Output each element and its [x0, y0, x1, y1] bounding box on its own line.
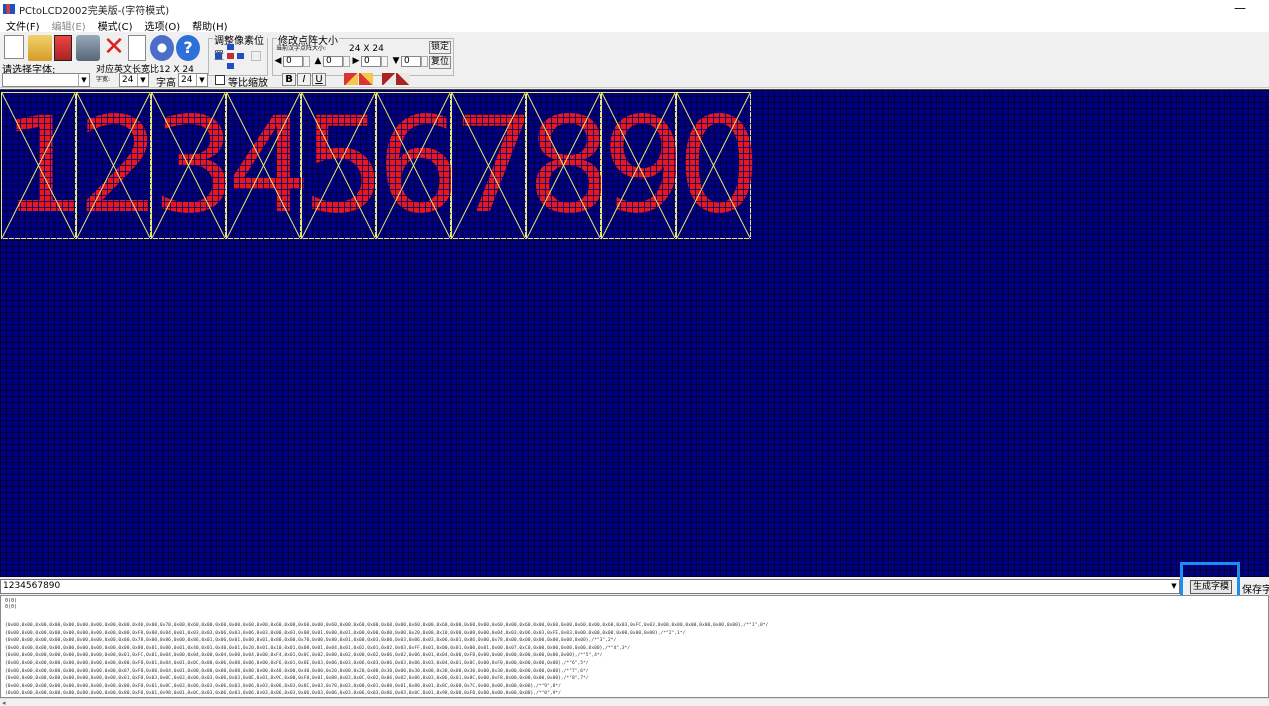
char-cell: 9 — [601, 92, 686, 240]
char-cell: 3 — [151, 92, 236, 240]
scroll-left-icon[interactable]: ◂ — [2, 699, 6, 706]
underline-button[interactable]: U — [312, 73, 326, 86]
output-code-line: {0x00,0x00,0x00,0x00,0x00,0x00,0x00,0x00… — [5, 645, 631, 651]
output-code-line: {0x00,0x00,0x00,0x00,0x00,0x00,0x00,0x00… — [5, 630, 686, 636]
toolbar: ✕ ? 调整像素位置 修改点阵大小 当前汉字点阵大小: 24 X 24 ◀ 0 … — [0, 32, 1269, 89]
cell-diagonals — [527, 93, 600, 238]
cell-diagonals — [302, 93, 375, 238]
current-size-label: 当前汉字点阵大小: — [276, 45, 327, 52]
rotate-left-icon[interactable] — [382, 73, 396, 85]
menu-help[interactable]: 帮助(H) — [192, 18, 227, 33]
char-cell: 8 — [526, 92, 611, 240]
bold-button[interactable]: B — [282, 73, 296, 86]
title-bar: PCtoLCD2002完美版-(字符模式) — — [0, 0, 1269, 18]
char-height-select[interactable]: 24 ▼ — [178, 73, 208, 87]
char-cell: 6 — [376, 92, 461, 240]
chevron-down-icon: ▼ — [196, 74, 207, 86]
save-font-label[interactable]: 保存字 — [1242, 581, 1269, 596]
flip-horizontal-icon[interactable] — [344, 73, 358, 85]
output-code-line: {0x00,0x00,0x00,0x00,0x00,0x00,0x00,0x00… — [5, 638, 617, 644]
horizontal-scrollbar[interactable]: ◂ — [0, 698, 1269, 706]
output-code-line: {0x00,0x00,0x00,0x00,0x00,0x00,0x00,0x00… — [5, 691, 561, 697]
proportional-scale-label: 等比缩放 — [228, 78, 268, 89]
output-area[interactable]: 0(0) 0(0) {0x00,0x00,0x00,0x00,0x00,0x00… — [0, 595, 1269, 698]
output-header: 0(0) 0(0) — [5, 598, 17, 610]
text-input[interactable]: 1234567890 ▼ — [0, 579, 1180, 594]
app-window: PCtoLCD2002完美版-(字符模式) — 文件(F) 编辑(E) 模式(C… — [0, 0, 1269, 706]
menu-mode[interactable]: 模式(C) — [98, 18, 133, 33]
proportional-scale-checkbox[interactable] — [215, 75, 225, 85]
char-cell: 5 — [301, 92, 386, 240]
input-row: 1234567890 ▼ — [0, 578, 1269, 595]
minimize-button[interactable]: — — [1233, 2, 1247, 16]
char-cell: 0 — [676, 92, 761, 240]
italic-button[interactable]: I — [297, 73, 311, 86]
app-icon — [3, 4, 15, 14]
char-height-value: 24 — [181, 75, 193, 85]
rotate-right-icon[interactable] — [396, 73, 410, 85]
char-height-label: 字高 — [156, 78, 176, 89]
text-input-value: 1234567890 — [3, 581, 61, 591]
font-settings-row: 请选择字体: ▼ 对应英文长宽比12 X 24 字宽: 24 ▼ 字高 24 ▼ 等… — [0, 57, 740, 89]
menu-options[interactable]: 选项(O) — [144, 18, 180, 33]
char-cell: 1 — [1, 92, 86, 240]
current-size-value: 24 X 24 — [349, 44, 384, 54]
new-file-icon[interactable] — [4, 35, 24, 59]
cell-diagonals — [77, 93, 150, 238]
char-cell: 7 — [451, 92, 536, 240]
output-code-line: {0x00,0x00,0x00,0x00,0x00,0x00,0x00,0x00… — [5, 668, 589, 674]
chevron-down-icon[interactable]: ▼ — [1169, 580, 1179, 593]
menu-file[interactable]: 文件(F) — [6, 18, 40, 33]
output-header-line: 0(0) — [5, 604, 18, 610]
chevron-down-icon: ▼ — [78, 74, 89, 86]
font-select[interactable]: ▼ — [2, 73, 90, 87]
char-width-label: 字宽: — [96, 76, 111, 83]
cell-diagonals — [452, 93, 525, 238]
menu-bar: 文件(F) 编辑(E) 模式(C) 选项(O) 帮助(H) — [0, 18, 1269, 33]
lock-button[interactable]: 锁定 — [429, 41, 451, 54]
char-width-select[interactable]: 24 ▼ — [119, 73, 149, 87]
output-code-lines: {0x00,0x00,0x00,0x00,0x00,0x00,0x00,0x00… — [5, 622, 769, 697]
output-code-line: {0x00,0x00,0x00,0x00,0x00,0x00,0x00,0x00… — [5, 683, 561, 689]
output-code-line: {0x00,0x00,0x00,0x00,0x00,0x00,0x00,0x00… — [5, 676, 589, 682]
dot-matrix-canvas[interactable]: 1234567890 — [0, 89, 1269, 577]
chevron-down-icon: ▼ — [137, 74, 148, 86]
menu-edit[interactable]: 编辑(E) — [52, 18, 86, 33]
char-cell: 4 — [226, 92, 311, 240]
generate-font-button[interactable]: 生成字模 — [1190, 580, 1232, 594]
cell-diagonals — [227, 93, 300, 238]
output-code-line: {0x00,0x00,0x00,0x00,0x00,0x00,0x00,0x00… — [5, 623, 769, 628]
output-code-line: {0x00,0x00,0x00,0x00,0x00,0x00,0x00,0x00… — [5, 653, 603, 659]
move-up-icon[interactable] — [227, 44, 234, 50]
cell-diagonals — [602, 93, 675, 238]
cell-diagonals — [152, 93, 225, 238]
cell-diagonals — [377, 93, 450, 238]
cell-diagonals — [2, 93, 75, 238]
char-width-value: 24 — [122, 75, 134, 85]
cell-diagonals — [677, 93, 750, 238]
flip-vertical-icon[interactable] — [359, 73, 373, 85]
char-cell: 2 — [76, 92, 161, 240]
window-title: PCtoLCD2002完美版-(字符模式) — [19, 5, 170, 17]
output-code-line: {0x00,0x00,0x00,0x00,0x00,0x00,0x00,0x00… — [5, 660, 589, 666]
